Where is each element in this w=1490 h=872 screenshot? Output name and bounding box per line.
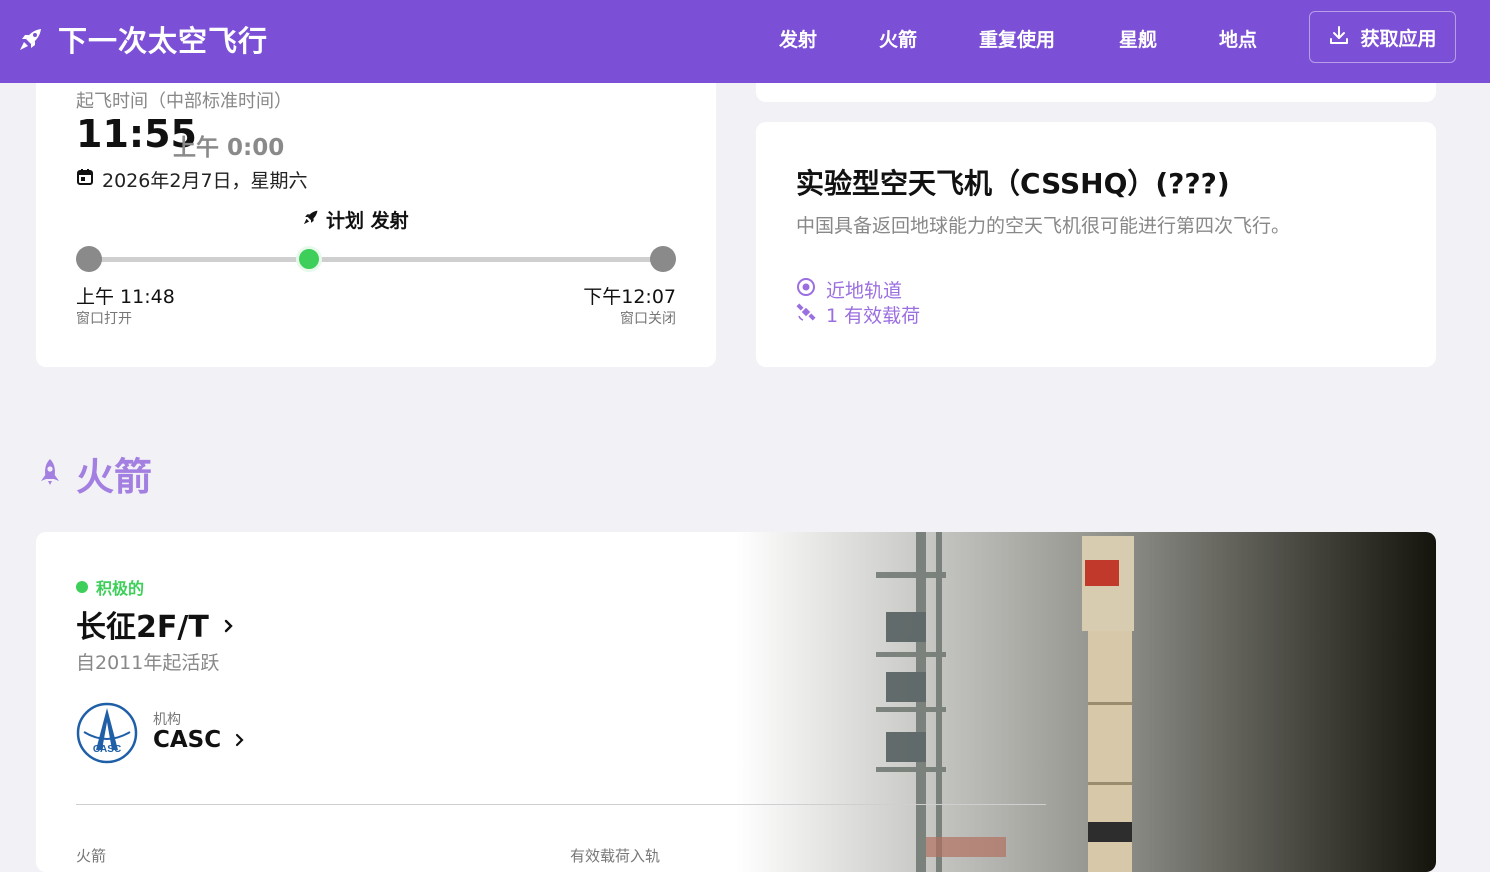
local-time: 上午 0:00 [173,135,285,161]
payload-label: 1 有效载荷 [826,305,921,327]
nav-rockets[interactable]: 火箭 [879,25,917,52]
rocket-name-link[interactable]: 长征2F/T [76,602,235,646]
mission-title: 实验型空天飞机（CSSHQ）(???) [796,167,1230,200]
rocket-icon [16,24,46,54]
calendar-icon [76,168,94,191]
get-app-button[interactable]: 获取应用 [1309,11,1456,63]
planned-status: 计划 发射 [302,206,409,233]
top-nav-bar: 下一次太空飞行 发射 火箭 重复使用 星舰 地点 获取应用 [0,0,1490,83]
agency-name: CASC [153,727,222,753]
divider [76,804,1046,805]
rocket-status: 积极的 [76,575,144,599]
rocket-name: 长征2F/T [76,610,209,645]
chevron-right-icon [223,607,235,642]
launch-time-card: 起飞时间（中部标准时间） 11:55 上午 0:00 2026年2月7日，星期六… [36,60,716,367]
col-payload-label: 有效载荷入轨 [570,847,661,865]
rocket-outline-icon [38,457,62,491]
nav-starship[interactable]: 星舰 [1119,25,1157,52]
window-open-marker [76,246,102,272]
nav-locations[interactable]: 地点 [1219,25,1257,52]
download-icon [1328,24,1350,51]
nav-reuse[interactable]: 重复使用 [979,25,1055,52]
brand[interactable]: 下一次太空飞行 [16,18,268,60]
rocket-active-since: 自2011年起活跃 [76,652,220,674]
agency-label: 机构 [153,712,181,728]
orbit-label: 近地轨道 [826,280,903,302]
section-title: 火箭 [76,455,153,499]
planned-label: 计划 发射 [326,210,409,232]
rocket-card: 积极的 长征2F/T 自2011年起活跃 CASC 机构 CASC 火箭 有效载… [36,532,1436,872]
mission-card: 实验型空天飞机（CSSHQ）(???) 中国具备返回地球能力的空天飞机很可能进行… [756,122,1436,367]
col-rocket-label: 火箭 [76,847,107,865]
launch-window-track [88,257,663,262]
window-close-time: 下午12:07 [583,286,676,308]
get-app-label: 获取应用 [1360,27,1437,50]
app-title: 下一次太空飞行 [58,24,269,58]
window-close-marker [650,246,676,272]
window-close-label: 窗口关闭 [620,311,676,327]
date-row: 2026年2月7日，星期六 [76,166,308,193]
nav-launches[interactable]: 发射 [779,25,817,52]
mission-description: 中国具备返回地球能力的空天飞机很可能进行第四次飞行。 [796,215,1291,237]
orbit-tag: 近地轨道 [796,276,902,303]
agency-link[interactable]: CASC [153,727,245,753]
status-label: 积极的 [96,579,145,598]
liftoff-label: 起飞时间（中部标准时间） [76,91,292,112]
launch-time-marker [296,246,322,272]
payload-tag: 1 有效载荷 [796,301,920,328]
rocket-photo [736,532,1436,872]
satellite-icon [796,302,816,327]
launch-date: 2026年2月7日，星期六 [102,170,308,192]
rockets-section-heading: 火箭 [38,446,152,501]
chevron-right-icon [235,727,245,753]
window-open-label: 窗口打开 [76,311,132,327]
agency-logo-text: CASC [93,744,121,755]
window-open-time: 上午 11:48 [76,286,175,308]
status-dot-icon [76,581,88,593]
rocket-icon [302,208,320,231]
agency-logo: CASC [76,702,138,764]
orbit-icon [796,277,816,302]
